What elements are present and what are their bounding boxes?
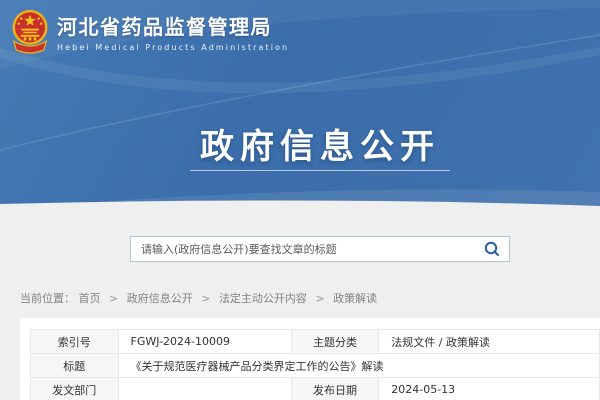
org-name-cn: 河北省药品监督管理局: [57, 15, 289, 40]
breadcrumb-label: 当前位置：: [20, 292, 75, 305]
breadcrumb-separator: >: [109, 292, 118, 305]
topic-category-label: 主题分类: [291, 330, 379, 354]
org-name-en: Hebei Medical Products Administration: [57, 43, 289, 52]
page: 河北省药品监督管理局 Hebei Medical Products Admini…: [0, 0, 600, 400]
breadcrumb-item-statutory-content[interactable]: 法定主动公开内容: [219, 292, 307, 305]
header-banner: 河北省药品监督管理局 Hebei Medical Products Admini…: [0, 0, 600, 210]
document-info-table: 索引号 FGWJ-2024-10009 主题分类 法规文件 / 政策解读 标题 …: [30, 329, 600, 400]
breadcrumb: 当前位置： 首页 > 政府信息公开 > 法定主动公开内容 > 政策解读: [20, 290, 377, 306]
breadcrumb-item-policy-interpretation[interactable]: 政策解读: [333, 292, 377, 305]
china-national-emblem-icon: [10, 8, 50, 58]
table-row: 发文部门 发布日期 2024-05-13: [31, 378, 600, 400]
breadcrumb-item-home[interactable]: 首页: [79, 292, 101, 305]
title-label: 标题: [31, 354, 119, 378]
search-icon: [483, 240, 501, 258]
index-number-label: 索引号: [31, 330, 119, 354]
page-title: 政府信息公开: [40, 119, 600, 168]
title-underline: [190, 170, 450, 171]
publish-date-value: 2024-05-13: [379, 378, 600, 400]
index-number-value: FGWJ-2024-10009: [118, 330, 291, 354]
issuing-department-value: [118, 378, 291, 400]
topic-category-value: 法规文件 / 政策解读: [379, 330, 600, 354]
breadcrumb-separator: >: [315, 292, 324, 305]
search-input[interactable]: [131, 237, 475, 261]
breadcrumb-item-info-disclosure[interactable]: 政府信息公开: [127, 292, 193, 305]
breadcrumb-separator: >: [201, 292, 210, 305]
search-button[interactable]: [475, 237, 509, 261]
table-row: 索引号 FGWJ-2024-10009 主题分类 法规文件 / 政策解读: [31, 330, 600, 354]
publish-date-label: 发布日期: [291, 378, 379, 400]
issuing-department-label: 发文部门: [31, 378, 119, 400]
site-logo: 河北省药品监督管理局 Hebei Medical Products Admini…: [10, 8, 289, 58]
search-bar: [130, 236, 510, 262]
document-title-value: 《关于规范医疗器械产品分类界定工作的公告》解读: [118, 354, 600, 378]
table-row: 标题 《关于规范医疗器械产品分类界定工作的公告》解读: [31, 354, 600, 378]
